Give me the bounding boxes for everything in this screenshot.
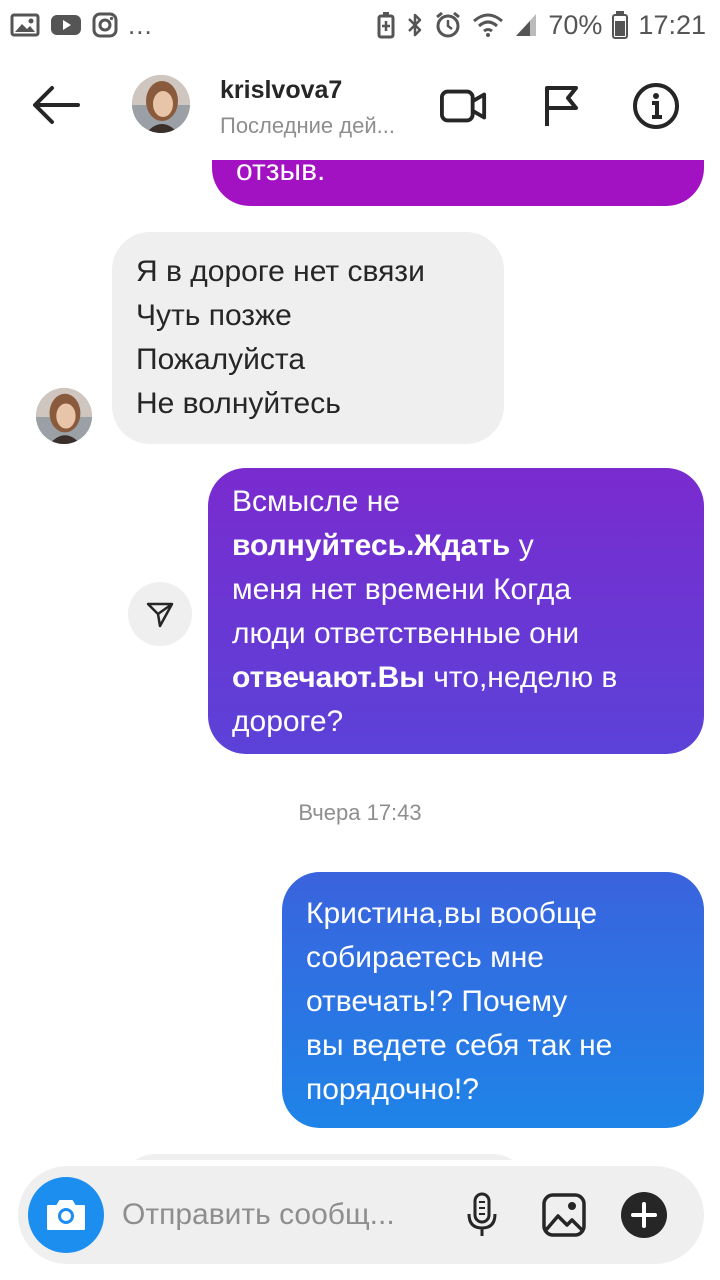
message-bubble-outgoing[interactable]: Всмысле не волнуйтесь.Ждать у меня нет в…	[208, 468, 704, 754]
battery-percent: 70%	[548, 9, 603, 40]
message-line: отзыв.	[236, 160, 326, 187]
avatar-photo-icon	[132, 75, 190, 133]
message-line: люди ответственные они	[232, 617, 580, 650]
video-call-button[interactable]	[440, 82, 488, 130]
instagram-icon	[92, 12, 118, 38]
message-line: собираетесь мне	[306, 941, 544, 974]
video-camera-icon	[440, 89, 487, 123]
message-line: Пожалуйста	[136, 343, 306, 376]
date-separator: Вчера 17:43	[298, 800, 422, 825]
contact-avatar[interactable]	[132, 75, 190, 133]
message-line: волнуйтесь.Ждать у	[232, 529, 534, 562]
info-icon	[633, 83, 679, 129]
message-line: Чуть позже	[136, 299, 292, 332]
message-line: Кристина,вы вообще	[306, 897, 598, 930]
chat-header: krislvova7 Последние дей...	[0, 50, 720, 160]
microphone-icon	[467, 1192, 497, 1236]
message-thread[interactable]: отзыв. Я в дороге нет связи Чуть позже П…	[0, 160, 720, 1160]
battery-saver-icon	[376, 11, 396, 39]
status-bar-right: 70% 17:21	[376, 10, 706, 41]
voice-message-button[interactable]	[458, 1191, 506, 1239]
message-bubble-incoming-partial	[118, 1154, 530, 1160]
message-line: вы ведете себя так не	[306, 1029, 613, 1062]
wifi-icon	[472, 12, 504, 38]
message-composer	[18, 1166, 704, 1264]
contact-activity-status: Последние дей...	[220, 113, 395, 138]
sender-avatar[interactable]	[36, 388, 92, 444]
message-bubble-incoming[interactable]: Я в дороге нет связи Чуть позже Пожалуйс…	[112, 232, 504, 444]
clock: 17:21	[638, 9, 706, 40]
image-icon	[542, 1193, 586, 1237]
more-notifications: ...	[128, 9, 153, 40]
signal-icon	[514, 12, 538, 38]
plus-circle-icon	[621, 1192, 667, 1238]
bluetooth-icon	[406, 11, 424, 39]
message-line: Всмысле не	[232, 485, 400, 518]
back-button[interactable]	[30, 83, 82, 127]
contact-username[interactable]: krislvova7	[220, 76, 342, 105]
youtube-icon	[50, 13, 82, 37]
more-options-button[interactable]	[620, 1191, 668, 1239]
alarm-icon	[434, 11, 462, 39]
send-paper-plane-icon	[146, 602, 174, 628]
message-line: порядочно!?	[306, 1073, 479, 1106]
avatar-photo-icon	[36, 388, 92, 444]
info-button[interactable]	[632, 82, 680, 130]
camera-button[interactable]	[28, 1177, 104, 1253]
share-message-button[interactable]	[128, 582, 192, 646]
message-bubble-outgoing[interactable]: отзыв.	[212, 160, 704, 206]
message-input[interactable]	[122, 1190, 462, 1240]
flag-icon	[545, 86, 578, 126]
message-line: Не волнуйтесь	[136, 387, 341, 420]
message-bubble-outgoing[interactable]: Кристина,вы вообще собираетесь мне отвеч…	[282, 872, 704, 1128]
battery-icon	[612, 11, 629, 39]
message-line: отвечать!? Почему	[306, 985, 568, 1018]
message-line: дороге?	[232, 705, 344, 738]
camera-icon	[47, 1200, 85, 1230]
report-button[interactable]	[538, 82, 586, 130]
status-bar: ... 70% 17:21	[0, 0, 720, 50]
back-arrow-icon	[33, 86, 80, 124]
status-bar-left: ...	[10, 10, 153, 41]
gallery-button[interactable]	[540, 1191, 588, 1239]
gallery-icon	[10, 12, 40, 38]
message-line: меня нет времени Когда	[232, 573, 572, 606]
message-line: Я в дороге нет связи	[136, 255, 425, 288]
message-line: отвечают.Вы что,неделю в	[232, 661, 618, 694]
